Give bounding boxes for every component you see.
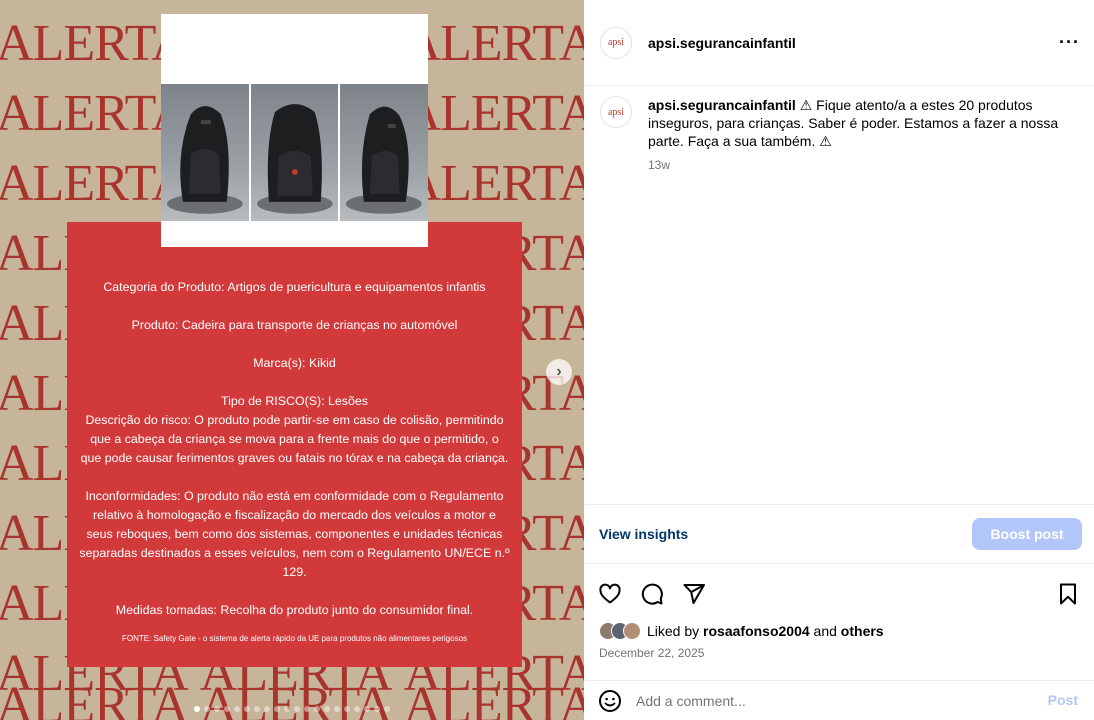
- carousel-dot[interactable]: [194, 706, 200, 712]
- carousel-dot[interactable]: [334, 706, 340, 712]
- liker-avatar[interactable]: [623, 622, 641, 640]
- post-caption: apsi apsi.segurancainfantil ⚠ Fique aten…: [600, 96, 1080, 174]
- product-photo-card: [161, 14, 429, 247]
- carousel-dot[interactable]: [244, 706, 250, 712]
- share-icon[interactable]: [682, 582, 706, 606]
- carousel-dot[interactable]: [204, 706, 210, 712]
- bookmark-icon[interactable]: [1056, 582, 1080, 606]
- product-info-card: Categoria do Produto: Artigos de puericu…: [67, 222, 522, 667]
- product-photos: [161, 84, 429, 221]
- alerta-word: ALERTA: [0, 85, 189, 142]
- avatar-text: apsi: [607, 37, 625, 48]
- carousel-dot[interactable]: [294, 706, 300, 712]
- post-side-panel: apsi apsi.segurancainfantil ··· apsi aps…: [584, 0, 1094, 720]
- alerta-row: ALERTAALERTAALERTA: [0, 680, 584, 720]
- post-actions: [584, 578, 1094, 610]
- view-insights-link[interactable]: View insights: [599, 526, 688, 542]
- car-seat-photo: [250, 84, 339, 221]
- carousel-dot[interactable]: [354, 706, 360, 712]
- risk-description: Descrição do risco: O produto pode parti…: [80, 413, 509, 465]
- carousel-dot[interactable]: [344, 706, 350, 712]
- carousel-dot[interactable]: [264, 706, 270, 712]
- liker-username[interactable]: rosaafonso2004: [703, 623, 810, 639]
- comment-icon[interactable]: [640, 582, 664, 606]
- carousel-dot[interactable]: [224, 706, 230, 712]
- likes-middle: and: [809, 623, 841, 639]
- alerta-word: ALERTA: [199, 677, 393, 720]
- carousel-dot[interactable]: [374, 706, 380, 712]
- carousel-dot[interactable]: [254, 706, 260, 712]
- carousel-dot[interactable]: [304, 706, 310, 712]
- alerta-word: ALERTA: [403, 677, 584, 720]
- comment-input[interactable]: [636, 692, 1016, 709]
- carousel-dot[interactable]: [364, 706, 370, 712]
- carousel-dot[interactable]: [214, 706, 220, 712]
- avatar[interactable]: apsi: [600, 96, 632, 128]
- post-comment-button[interactable]: Post: [1048, 692, 1078, 708]
- avatar-text: apsi: [607, 106, 625, 118]
- risk-type: Tipo de RISCO(S): Lesões: [221, 394, 368, 408]
- likes-prefix: Liked by: [647, 623, 704, 639]
- alerta-word: ALERTA: [0, 677, 189, 720]
- caption-age[interactable]: 13w: [648, 156, 1080, 174]
- measures-taken: Medidas tomadas: Recolha do produto junt…: [115, 603, 474, 617]
- likes-others-link[interactable]: others: [841, 623, 884, 639]
- post-media: ALERTA ALERTA ALERTA ALERTA ALERTA ALERTA ALER…: [0, 0, 584, 720]
- emoji-icon[interactable]: [598, 689, 622, 713]
- nonconformities: Inconformidades: O produto não está em c…: [79, 489, 510, 579]
- source-note: FONTE: Safety Gate - o sistema de alerta…: [121, 634, 468, 643]
- likes-summary: Liked by rosaafonso2004 and others: [599, 622, 884, 640]
- more-options-button[interactable]: ···: [1059, 32, 1080, 53]
- post-date[interactable]: December 22, 2025: [599, 646, 704, 660]
- alerta-word: ALERTA: [403, 155, 584, 212]
- header-username[interactable]: apsi.segurancainfantil: [648, 35, 796, 51]
- alerta-word: ALERTA: [403, 85, 584, 142]
- carousel-dots: [194, 706, 390, 712]
- caption-username[interactable]: apsi.segurancainfantil: [648, 97, 796, 113]
- alerta-word: ALERTA: [403, 15, 584, 72]
- post-header: apsi apsi.segurancainfantil ···: [584, 0, 1094, 86]
- alerta-word: ALERTA: [0, 155, 189, 212]
- carousel-dot[interactable]: [284, 706, 290, 712]
- car-seat-photo: [161, 84, 249, 221]
- product-name: Produto: Cadeira para transporte de cria…: [131, 318, 458, 332]
- product-category: Categoria do Produto: Artigos de puericu…: [103, 280, 486, 294]
- carousel-dot[interactable]: [274, 706, 280, 712]
- heart-icon[interactable]: [598, 582, 622, 606]
- comment-bar: Post: [584, 680, 1094, 720]
- carousel-dot[interactable]: [324, 706, 330, 712]
- carousel-dot[interactable]: [314, 706, 320, 712]
- carousel-dot[interactable]: [384, 706, 390, 712]
- product-brand: Marca(s): Kikid: [253, 356, 336, 370]
- carousel-dot[interactable]: [234, 706, 240, 712]
- car-seat-photo: [340, 84, 429, 221]
- avatar[interactable]: apsi: [600, 26, 632, 59]
- insights-bar: View insights Boost post: [584, 504, 1094, 564]
- boost-post-button[interactable]: Boost post: [972, 518, 1082, 550]
- chevron-right-icon: ›: [556, 363, 562, 380]
- alerta-word: ALERTA: [0, 15, 189, 72]
- next-slide-button[interactable]: ›: [546, 359, 572, 385]
